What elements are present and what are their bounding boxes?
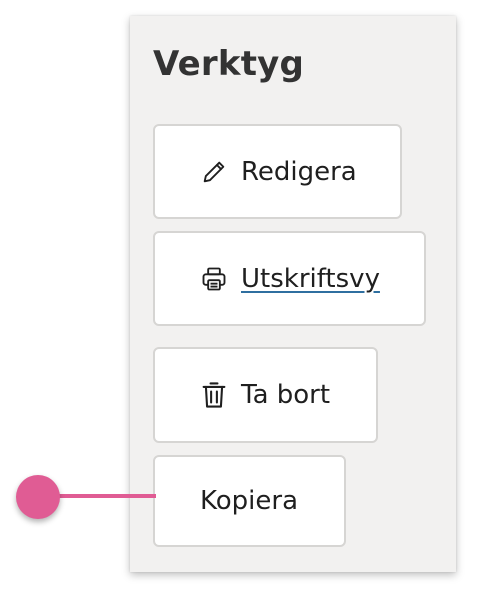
stage: Verktyg Redigera Utskriftsvy Ta bort Kop… bbox=[0, 0, 484, 609]
edit-button[interactable]: Redigera bbox=[153, 124, 402, 219]
highlight-marker-dot bbox=[16, 475, 60, 519]
delete-button-label: Ta bort bbox=[241, 380, 331, 410]
copy-button[interactable]: Kopiera bbox=[153, 455, 346, 547]
delete-button[interactable]: Ta bort bbox=[153, 347, 378, 443]
trash-icon bbox=[199, 380, 229, 410]
highlight-connector-line bbox=[58, 494, 156, 498]
printer-icon bbox=[199, 264, 229, 294]
edit-button-label: Redigera bbox=[241, 156, 357, 187]
print-preview-button[interactable]: Utskriftsvy bbox=[153, 231, 426, 326]
panel-title: Verktyg bbox=[153, 44, 305, 84]
pencil-icon bbox=[199, 157, 229, 187]
copy-button-label: Kopiera bbox=[200, 486, 299, 516]
print-preview-button-label: Utskriftsvy bbox=[241, 263, 380, 294]
